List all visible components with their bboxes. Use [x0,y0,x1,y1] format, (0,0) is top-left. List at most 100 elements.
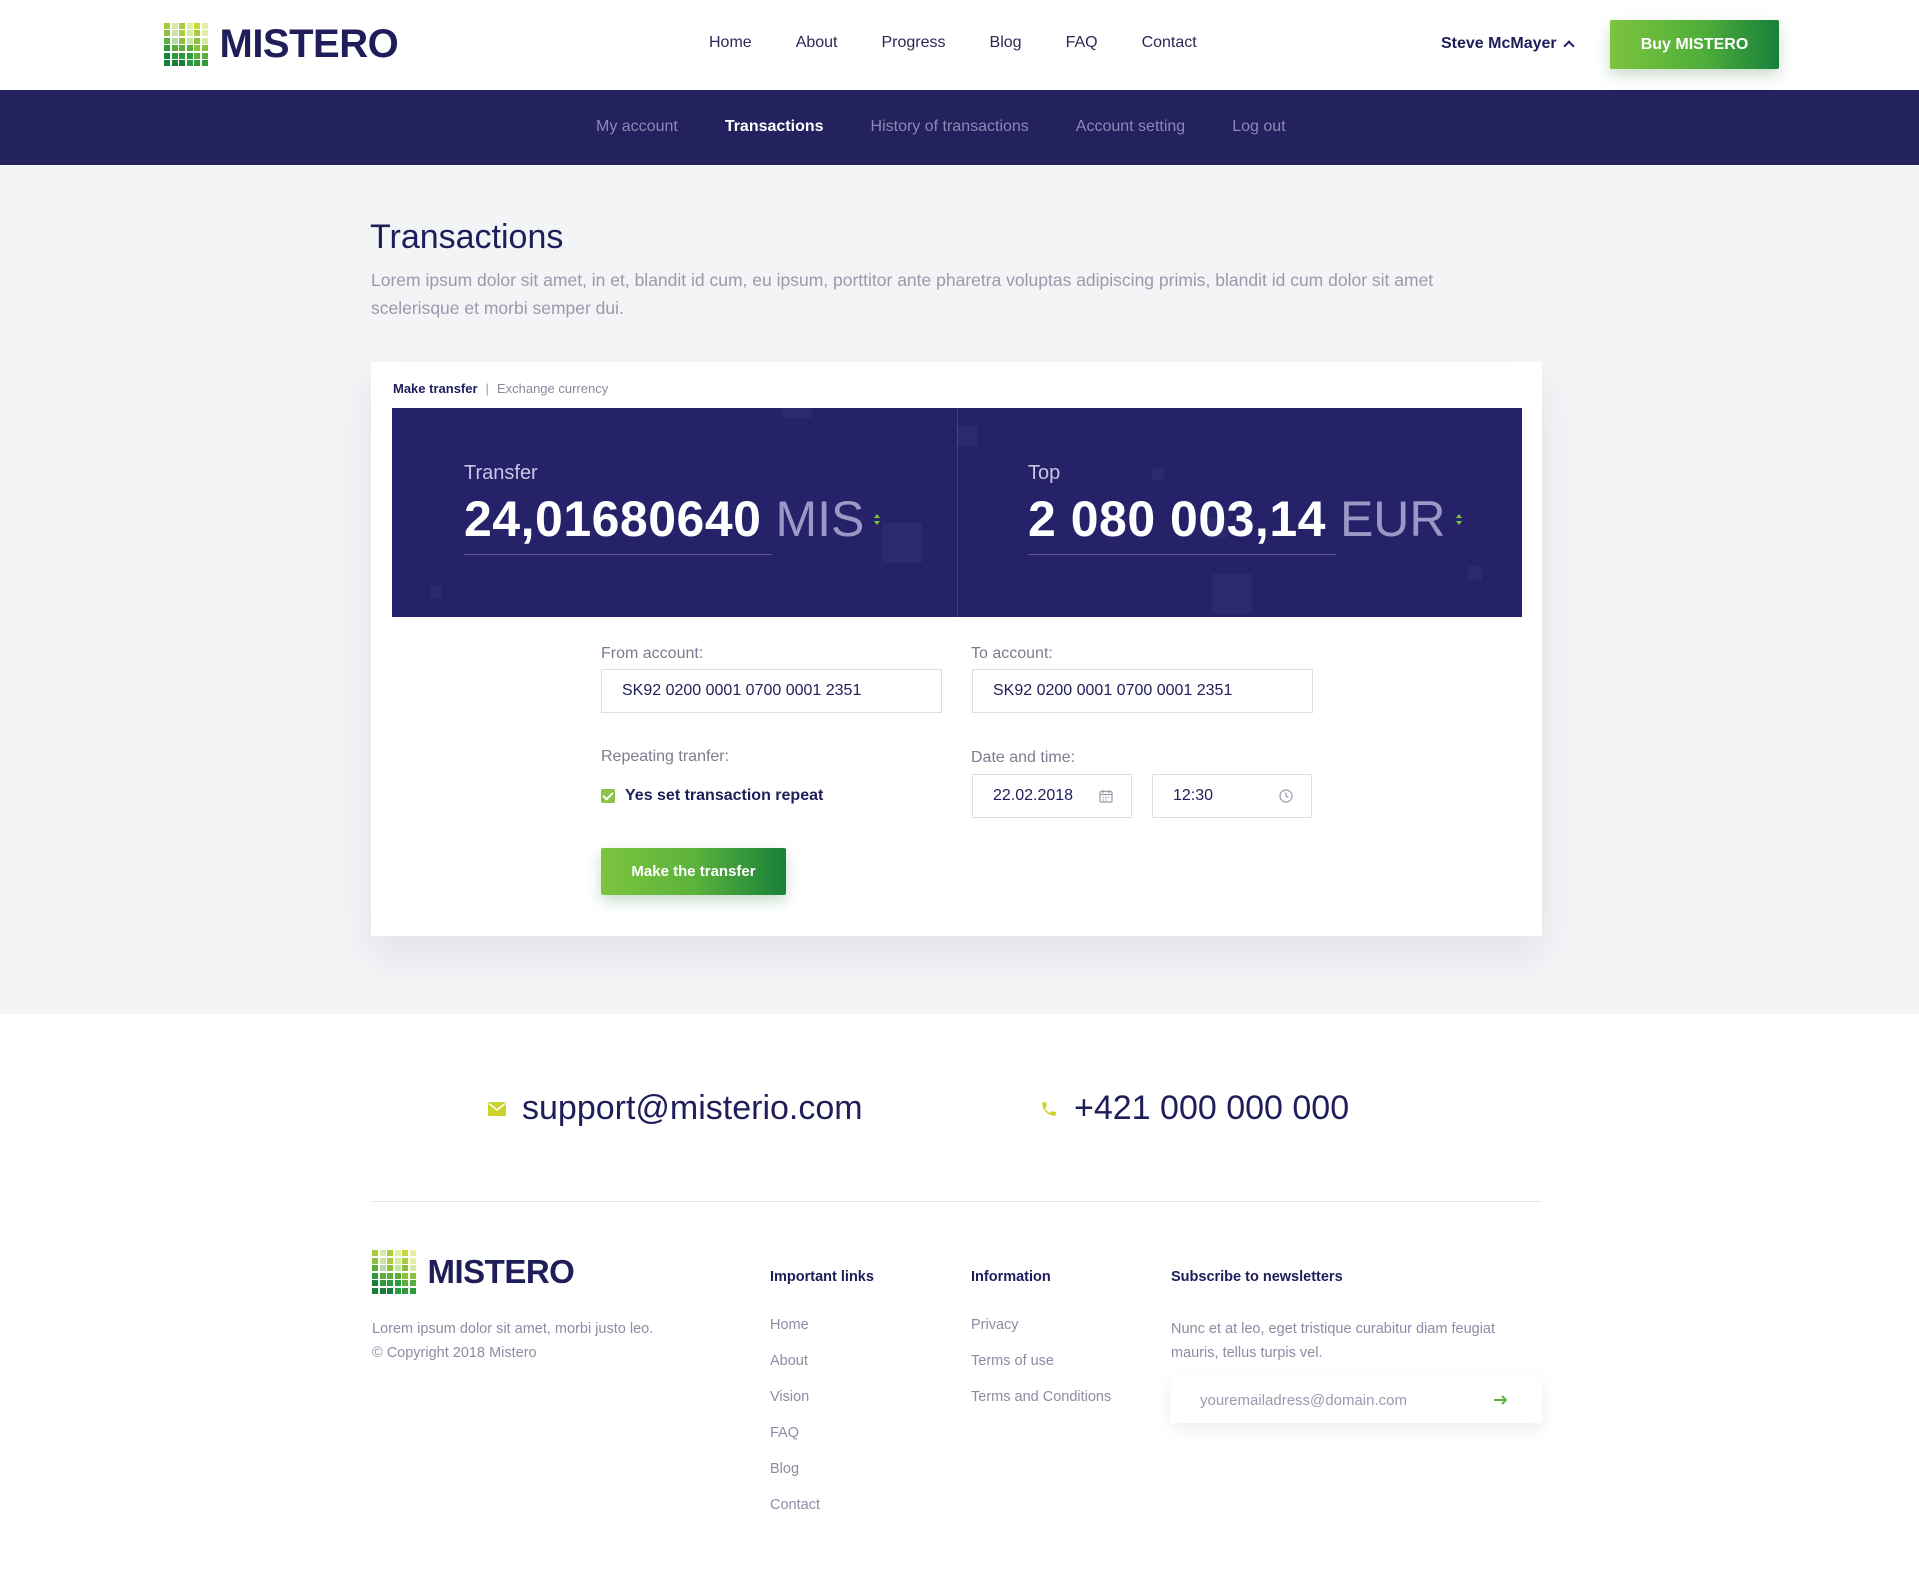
footer-link-privacy[interactable]: Privacy [971,1317,1111,1353]
subnav-transactions[interactable]: Transactions [725,118,824,136]
logo-pixel [372,1250,378,1256]
footer-link-home[interactable]: Home [770,1317,820,1353]
nav-about[interactable]: About [796,34,838,52]
important-links-title: Important links [770,1269,874,1285]
date-time-label: Date and time: [971,749,1076,766]
tab-exchange-currency[interactable]: Exchange currency [497,381,608,396]
time-field[interactable] [1152,774,1312,818]
logo-pixel [379,1265,386,1271]
logo-pixel [387,1257,393,1264]
logo-pixel [164,45,170,52]
panel-decoration [782,408,812,418]
logo-pixel [179,45,185,52]
footer-link-about[interactable]: About [770,1353,820,1389]
logo-pixel [164,22,170,29]
panel-decoration [882,523,922,563]
nav-home[interactable]: Home [709,34,752,52]
footer-about-text: Lorem ipsum dolor sit amet, morbi justo … [372,1321,654,1337]
transfer-card: Make transfer | Exchange currency Transf… [371,362,1542,936]
logo-pixel [171,37,178,44]
transfer-value[interactable]: 24,01680640 [464,490,761,548]
logo-pixel [201,37,208,44]
buy-button[interactable]: Buy MISTERO [1610,20,1779,69]
brand-logo[interactable]: MISTERO [164,22,399,67]
logo-pixel [194,45,200,52]
top-amount: Top 2 080 003,14 EUR [1028,462,1462,555]
page-description: Lorem ipsum dolor sit amet, in et, bland… [371,270,1434,318]
logo-pixel [372,1265,378,1271]
footer-logo[interactable]: MISTERO [372,1250,575,1294]
footer-link-faq[interactable]: FAQ [770,1425,820,1461]
sort-arrows-icon[interactable] [874,513,881,525]
clock-icon[interactable] [1279,789,1293,803]
logo-pixel [372,1272,378,1279]
top-currency[interactable]: EUR [1340,490,1446,548]
repeat-checkbox-row[interactable]: Yes set transaction repeat [601,787,823,805]
panel-decoration [1212,574,1252,614]
sort-arrows-icon[interactable] [1455,513,1462,525]
tab-make-transfer[interactable]: Make transfer [393,381,478,396]
nav-progress[interactable]: Progress [882,34,946,52]
make-transfer-button[interactable]: Make the transfer [601,848,786,895]
top-value[interactable]: 2 080 003,14 [1028,490,1326,548]
logo-pixel [394,1272,401,1279]
chevron-up-icon [1562,40,1575,52]
support-email[interactable]: support@misterio.com [522,1089,863,1128]
logo-icon [164,22,208,67]
footer-link-vision[interactable]: Vision [770,1389,820,1425]
subnav-my-account[interactable]: My account [596,118,678,136]
contact-phone[interactable]: +421 000 000 000 [1040,1089,1349,1128]
arrow-right-icon[interactable] [1493,1392,1509,1408]
logo-pixel [379,1272,386,1279]
subnav-account-setting[interactable]: Account setting [1076,118,1185,136]
logo-pixel [409,1250,416,1256]
panel-decoration [957,426,977,446]
logo-pixel [372,1257,378,1264]
nav-contact[interactable]: Contact [1142,34,1197,52]
logo-pixel [409,1280,416,1286]
footer-link-contact[interactable]: Contact [770,1497,820,1533]
logo-pixel [387,1250,393,1256]
card-tabs: Make transfer | Exchange currency [393,381,608,396]
support-phone[interactable]: +421 000 000 000 [1074,1089,1349,1128]
logo-pixel [171,60,178,67]
footer-link-terms-conditions[interactable]: Terms and Conditions [971,1389,1111,1425]
nav-faq[interactable]: FAQ [1066,34,1098,52]
logo-pixel [379,1250,386,1256]
transfer-amount: Transfer 24,01680640 MIS [464,462,881,555]
to-account-input[interactable] [972,669,1313,713]
logo-pixel [171,30,178,37]
information-list: Privacy Terms of use Terms and Condition… [971,1317,1111,1425]
footer-link-terms-of-use[interactable]: Terms of use [971,1353,1111,1389]
repeat-checkbox-label[interactable]: Yes set transaction repeat [625,787,823,805]
logo-pixel [179,37,185,44]
logo-pixel [394,1250,401,1256]
newsletter-title: Subscribe to newsletters [1171,1269,1343,1285]
transfer-currency[interactable]: MIS [775,490,864,548]
information-title: Information [971,1269,1051,1285]
logo-pixel [402,1280,408,1286]
from-account-input[interactable] [601,669,942,713]
date-field[interactable] [972,774,1132,818]
newsletter-email-input[interactable] [1171,1377,1471,1423]
user-menu[interactable]: Steve McMayer [1441,35,1575,53]
checkbox-checked-icon[interactable] [601,789,615,803]
logo-pixel [394,1257,401,1264]
subnav-history[interactable]: History of transactions [871,118,1029,136]
logo-pixel [179,52,185,59]
footer-about: Lorem ipsum dolor sit amet, morbi justo … [372,1317,653,1365]
footer-link-blog[interactable]: Blog [770,1461,820,1497]
contact-email[interactable]: support@misterio.com [488,1089,863,1128]
logo-pixel [186,60,193,67]
logo-pixel [394,1280,401,1286]
footer-divider [372,1201,1542,1202]
important-links-list: Home About Vision FAQ Blog Contact [770,1317,820,1533]
footer-brand-name: MISTERO [427,1252,575,1290]
logo-pixel [387,1287,393,1294]
logo-pixel [194,52,200,59]
logo-pixel [171,52,178,59]
nav-blog[interactable]: Blog [990,34,1022,52]
calendar-icon[interactable] [1099,789,1113,803]
subnav-log-out[interactable]: Log out [1232,118,1285,136]
logo-pixel [179,60,185,67]
